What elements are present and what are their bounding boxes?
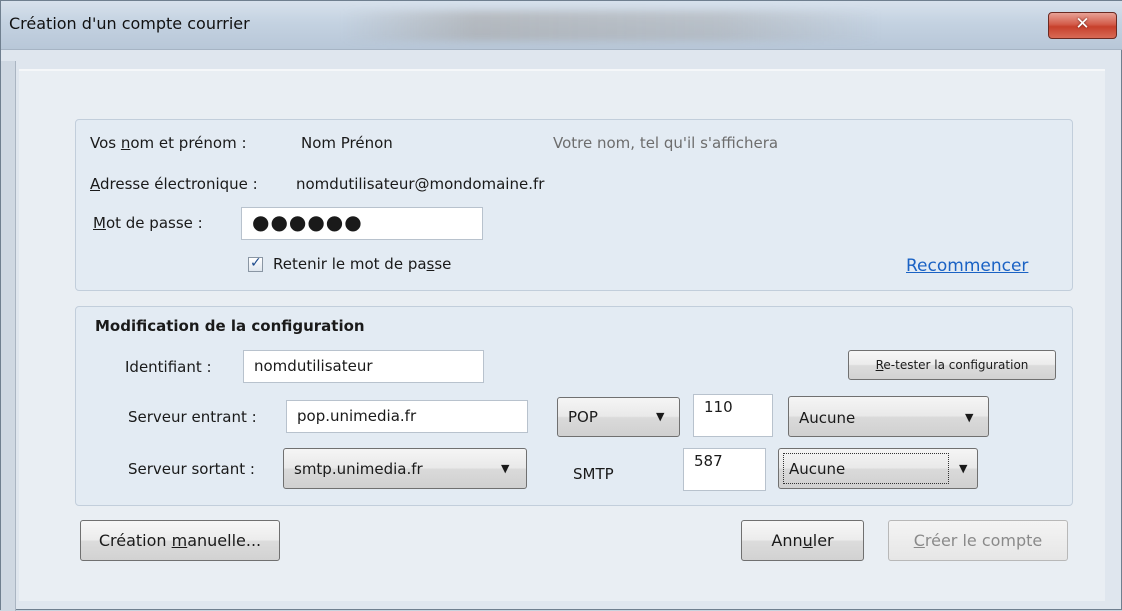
identifier-label: Identifiant :	[125, 358, 212, 376]
incoming-protocol-value: POP	[568, 408, 598, 426]
email-label: Adresse électronique :	[90, 175, 258, 193]
cancel-button[interactable]: Annuler	[741, 520, 864, 561]
incoming-server-label: Serveur entrant :	[128, 408, 257, 426]
incoming-security-value: Aucune	[799, 409, 856, 427]
outgoing-port-field[interactable]: 587	[683, 448, 766, 491]
password-field[interactable]: ●●●●●●	[241, 207, 483, 240]
remember-password-checkbox[interactable]: ✓	[248, 255, 263, 272]
left-frame	[1, 61, 16, 611]
title-bar-background	[341, 11, 881, 41]
email-value[interactable]: nomdutilisateur@mondomaine.fr	[296, 175, 544, 193]
name-value[interactable]: Nom Prénon	[301, 134, 393, 152]
outgoing-server-label: Serveur sortant :	[128, 460, 255, 478]
chevron-down-icon: ▼	[965, 411, 974, 424]
window-title: Création d'un compte courrier	[9, 14, 250, 33]
incoming-port-field[interactable]: 110	[693, 394, 773, 437]
incoming-security-select[interactable]: Aucune ▼	[788, 396, 989, 437]
identifier-field[interactable]: nomdutilisateur	[243, 350, 484, 383]
outgoing-host-value: smtp.unimedia.fr	[294, 460, 423, 478]
chevron-down-icon: ▼	[501, 462, 510, 475]
outgoing-host-select[interactable]: smtp.unimedia.fr ▼	[283, 448, 527, 489]
close-icon: ✕	[1075, 14, 1090, 34]
incoming-host-field[interactable]: pop.unimedia.fr	[286, 400, 528, 433]
dialog-window: Création d'un compte courrier ✕ Vos nom …	[0, 0, 1122, 611]
chevron-down-icon: ▼	[656, 410, 665, 423]
name-label: Vos nom et prénom :	[90, 134, 247, 152]
remember-password-label: Retenir le mot de passe	[273, 255, 452, 273]
name-hint: Votre nom, tel qu'il s'affichera	[553, 134, 779, 152]
manual-config-button[interactable]: Création manuelle...	[80, 520, 280, 561]
retest-config-button[interactable]: Re-tester la configuration	[848, 350, 1056, 380]
restart-link[interactable]: Recommencer	[906, 256, 1028, 276]
outgoing-security-value: Aucune	[789, 460, 846, 478]
close-button[interactable]: ✕	[1048, 12, 1117, 39]
checkmark-icon: ✓	[250, 255, 262, 271]
incoming-protocol-select[interactable]: POP ▼	[557, 397, 680, 437]
config-heading: Modification de la configuration	[95, 317, 365, 335]
outgoing-protocol-label: SMTP	[573, 465, 614, 483]
create-account-button[interactable]: Créer le compte	[888, 520, 1068, 561]
chevron-down-icon: ▼	[959, 462, 968, 475]
password-label: Mot de passe :	[93, 214, 203, 232]
title-bar[interactable]: Création d'un compte courrier ✕	[1, 1, 1122, 50]
outgoing-security-select[interactable]: Aucune ▼	[778, 448, 978, 489]
